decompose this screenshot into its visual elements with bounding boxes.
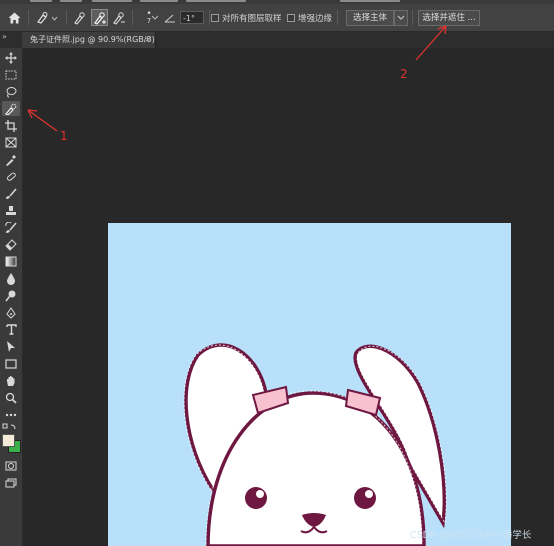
menu-item[interactable]: [140, 0, 178, 2]
separator: [337, 10, 338, 25]
move-icon[interactable]: [2, 50, 20, 65]
eyedropper-icon[interactable]: [2, 152, 20, 167]
menu-item[interactable]: [30, 0, 52, 2]
angle-icon: [163, 9, 177, 26]
zoom-icon[interactable]: [2, 390, 20, 405]
annotation-label-1: 1: [60, 129, 68, 143]
sample-all-layers-label: 对所有图层取样: [222, 14, 282, 24]
subtract-from-selection-mode-icon[interactable]: [111, 9, 127, 26]
add-to-selection-mode-icon[interactable]: [91, 9, 108, 26]
separator: [28, 10, 29, 25]
document-tab-bar: » 兔子证件照.jpg @ 90.9%(RGB/8) ×: [0, 32, 554, 48]
watermark-text: CSDN @白T豆豆的小潘学长: [410, 530, 532, 541]
separator: [209, 10, 210, 25]
separator: [412, 10, 413, 25]
foreground-color-swatch[interactable]: [2, 434, 15, 447]
blur-icon[interactable]: [2, 271, 20, 286]
crop-icon[interactable]: [2, 118, 20, 133]
enhance-edge-checkbox[interactable]: [287, 14, 295, 22]
dodge-icon[interactable]: [2, 288, 20, 303]
menu-item[interactable]: [186, 0, 246, 2]
clone-stamp-icon[interactable]: [2, 203, 20, 218]
menu-item[interactable]: [60, 0, 82, 2]
screen-mode-icon[interactable]: [2, 475, 20, 490]
path-selection-icon[interactable]: [2, 339, 20, 354]
close-tab-icon[interactable]: ×: [144, 32, 151, 48]
tools-panel: [0, 48, 23, 546]
swap-colors-icon[interactable]: [2, 423, 18, 431]
type-icon[interactable]: [2, 322, 20, 337]
document-tab-title: 兔子证件照.jpg @ 90.9%(RGB/8): [30, 35, 155, 44]
select-subject-dropdown[interactable]: [394, 10, 408, 26]
options-bar: • 7 -1° 对所有图层取样 增强边缘 选择主体 选择并遮住 ...: [0, 4, 554, 32]
enhance-edge-label: 增强边缘: [298, 14, 333, 24]
gradient-icon[interactable]: [2, 254, 20, 269]
marquee-icon[interactable]: [2, 67, 20, 82]
rectangle-icon[interactable]: [2, 356, 20, 371]
menu-item[interactable]: [340, 0, 400, 2]
tool-preset-picker[interactable]: [34, 9, 60, 26]
menu-item[interactable]: [92, 0, 132, 2]
healing-brush-icon[interactable]: [2, 169, 20, 184]
sample-all-layers-checkbox[interactable]: [211, 14, 219, 22]
separator: [132, 10, 133, 25]
lasso-icon[interactable]: [2, 84, 20, 99]
new-selection-mode-icon[interactable]: [72, 9, 88, 26]
eraser-icon[interactable]: [2, 237, 20, 252]
pen-icon[interactable]: [2, 305, 20, 320]
separator: [66, 10, 67, 25]
brush-icon[interactable]: [2, 186, 20, 201]
more-tools-icon[interactable]: [2, 407, 20, 422]
select-subject-button[interactable]: 选择主体: [346, 10, 394, 26]
document-tab[interactable]: 兔子证件照.jpg @ 90.9%(RGB/8) ×: [22, 32, 156, 48]
select-and-mask-button[interactable]: 选择并遮住 ...: [418, 10, 480, 26]
quick-mask-icon[interactable]: [2, 458, 20, 473]
frame-icon[interactable]: [2, 135, 20, 150]
annotation-label-2: 2: [400, 67, 408, 81]
collapse-panel-icon[interactable]: »: [2, 32, 7, 41]
history-brush-icon[interactable]: [2, 220, 20, 235]
home-icon[interactable]: [6, 9, 22, 26]
document-canvas[interactable]: [108, 223, 511, 546]
hand-icon[interactable]: [2, 373, 20, 388]
quick-selection-icon[interactable]: [2, 101, 20, 116]
chevron-down-icon[interactable]: [150, 9, 160, 26]
angle-input[interactable]: -1°: [180, 11, 204, 24]
rabbit-illustration: [183, 343, 447, 546]
